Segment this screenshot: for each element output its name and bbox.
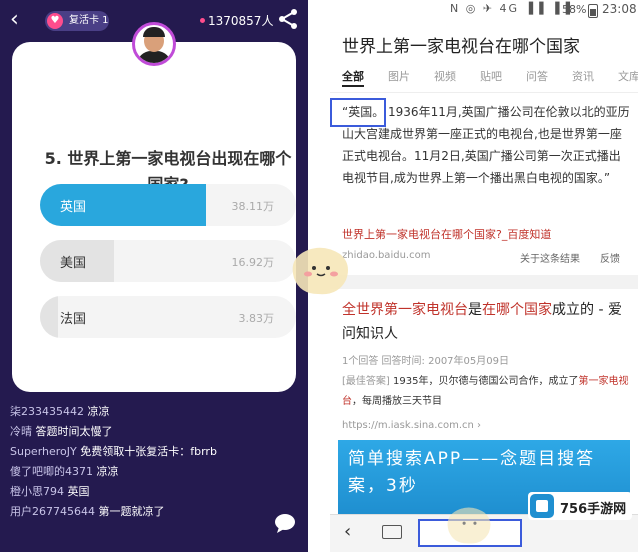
result-snippet: [最佳答案] 1935年，贝尔德与德国公司合作，成立了第一家电视台，每周播放三天…	[342, 376, 629, 407]
site-name: 756手游网	[560, 502, 627, 517]
chat-text: 第一题就凉了	[98, 505, 165, 518]
revive-card-label: 复活卡 1	[69, 15, 109, 26]
tab-news[interactable]: 资讯	[572, 68, 594, 84]
divider	[330, 92, 638, 93]
feedback-link[interactable]: 反馈	[600, 250, 620, 265]
chat-bubble-icon[interactable]	[274, 512, 296, 534]
option-votes: 3.83万	[238, 312, 275, 325]
result-title[interactable]: 全世界第一家电视台是在哪个国家成立的 - 爱问知识人	[342, 298, 632, 346]
question-card: 5. 世界上第一家电视台出现在哪个国家? 英国 38.11万 美国 16.92万…	[12, 42, 296, 392]
search-screen: N ◎ ✈ 4G ▐▐ ▐▐ 58% 23:08 世界上第一家电视台在哪个国家 …	[330, 0, 638, 552]
signal-icons: N ◎ ✈ 4G ▐▐ ▐▐	[450, 2, 572, 15]
chat-text: 英国	[67, 485, 90, 498]
battery-icon	[588, 4, 598, 18]
answer-option-3[interactable]: 法国 3.83万	[40, 296, 296, 338]
tab-qa[interactable]: 问答	[526, 68, 548, 84]
chat-message: 冷晴 答题时间太慢了	[10, 422, 290, 442]
quiz-screen: ‹ ♥ 复活卡 1 1370857人 5. 世界上第一家电视台出现在哪个国家? …	[0, 0, 308, 552]
highlight-box	[330, 98, 386, 127]
heart-icon: ♥	[47, 13, 63, 29]
mascot-watermark-icon	[292, 247, 348, 295]
chat-text: 答题时间太慢了	[35, 425, 113, 438]
option-votes: 38.11万	[231, 200, 275, 213]
answer-option-1[interactable]: 英国 38.11万	[40, 184, 296, 226]
answer-option-2[interactable]: 美国 16.92万	[40, 240, 296, 282]
tab-all[interactable]: 全部	[342, 68, 364, 84]
chat-message: 橙小思794 英国	[10, 482, 290, 502]
revive-card-badge[interactable]: ♥ 复活卡 1	[45, 11, 109, 31]
option-label: 英国	[60, 200, 87, 215]
vote-fill	[40, 296, 58, 338]
host-avatar	[132, 22, 176, 66]
site-logo: 756手游网	[528, 492, 632, 520]
chat-user: 橙小思794	[10, 485, 64, 498]
chat-message: SuperheroJY 免费领取十张复活卡：fbrrb	[10, 442, 290, 462]
tab-video[interactable]: 视频	[434, 68, 456, 84]
chat-feed: 柒233435442 凉凉 冷晴 答题时间太慢了 SuperheroJY 免费领…	[10, 402, 290, 522]
option-label: 法国	[60, 312, 87, 327]
chat-user: 柒233435442	[10, 405, 84, 418]
active-tab-underline	[342, 85, 364, 87]
chat-user: 傻了吧唧的4371	[10, 465, 93, 478]
result-meta: 1个回答 回答时间: 2007年05月09日	[342, 356, 509, 367]
status-bar: N ◎ ✈ 4G ▐▐ ▐▐ 58% 23:08	[330, 0, 638, 20]
viewer-count: 1370857人	[208, 14, 274, 28]
clock: 23:08	[602, 2, 637, 16]
chat-text: 凉凉	[87, 405, 110, 418]
chat-user: SuperheroJY	[10, 445, 77, 458]
mascot-watermark-icon	[447, 507, 491, 544]
option-label: 美国	[60, 256, 87, 271]
search-tabs: 全部 图片 视频 贴吧 问答 资讯 文库	[342, 68, 638, 88]
source-domain: zhidao.baidu.com	[342, 250, 431, 261]
chat-message: 用户267745644 第一题就凉了	[10, 502, 290, 522]
chat-user: 用户267745644	[10, 505, 95, 518]
share-icon[interactable]	[277, 8, 299, 30]
logo-icon	[530, 494, 554, 518]
tab-images[interactable]: 图片	[388, 68, 410, 84]
chat-text: 免费领取十张复活卡：fbrrb	[80, 445, 217, 458]
about-result-link[interactable]: 关于这条结果	[520, 250, 580, 265]
option-votes: 16.92万	[231, 256, 275, 269]
result-separator	[330, 275, 638, 289]
viewer-dot-icon	[200, 18, 205, 23]
battery-percent: 58%	[562, 3, 587, 16]
chat-message: 柒233435442 凉凉	[10, 402, 290, 422]
chat-message: 傻了吧唧的4371 凉凉	[10, 462, 290, 482]
tab-wenku[interactable]: 文库	[618, 68, 638, 84]
back-arrow-icon[interactable]: ‹	[10, 7, 19, 32]
result-url[interactable]: https://m.iask.sina.com.cn ›	[342, 420, 481, 431]
tab-tieba[interactable]: 贴吧	[480, 68, 502, 84]
keyboard-icon[interactable]	[382, 525, 402, 539]
chat-text: 凉凉	[96, 465, 119, 478]
back-arrow-icon[interactable]: ‹	[344, 521, 351, 542]
chat-user: 冷晴	[10, 425, 32, 438]
search-query-title[interactable]: 世界上第一家电视台在哪个国家	[342, 32, 580, 57]
source-link[interactable]: 世界上第一家电视台在哪个国家?_百度知道	[342, 226, 551, 242]
